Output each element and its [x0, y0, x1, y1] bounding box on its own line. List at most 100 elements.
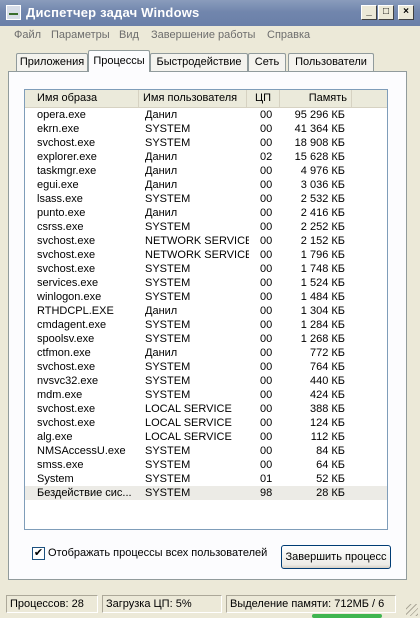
- cell-user-name: SYSTEM: [145, 221, 191, 233]
- show-all-users-label[interactable]: Отображать процессы всех пользователей: [48, 547, 267, 559]
- cell-memory: 95 296 КБ: [294, 109, 345, 121]
- col-header-memory[interactable]: Память: [280, 90, 352, 107]
- cell-user-name: Данил: [145, 109, 178, 121]
- cell-image-name: services.exe: [37, 277, 99, 289]
- cell-image-name: explorer.exe: [37, 151, 97, 163]
- cell-user-name: SYSTEM: [145, 277, 191, 289]
- taskbar-edge: [312, 614, 382, 618]
- menu-bar: Файл Параметры Вид Завершение работы Спр…: [0, 26, 420, 46]
- table-row[interactable]: punto.exe Данил 00 2 416 КБ: [25, 206, 387, 220]
- cell-user-name: Данил: [145, 179, 178, 191]
- cell-user-name: Данил: [145, 207, 178, 219]
- cell-memory: 764 КБ: [309, 361, 345, 373]
- menu-file[interactable]: Файл: [14, 29, 41, 41]
- cell-memory: 772 КБ: [309, 347, 345, 359]
- end-process-button[interactable]: Завершить процесс: [281, 545, 391, 569]
- table-row[interactable]: services.exe SYSTEM 00 1 524 КБ: [25, 276, 387, 290]
- table-row[interactable]: smss.exe SYSTEM 00 64 КБ: [25, 458, 387, 472]
- table-row[interactable]: svchost.exe LOCAL SERVICE 00 124 КБ: [25, 416, 387, 430]
- table-row[interactable]: svchost.exe NETWORK SERVICE 00 2 152 КБ: [25, 234, 387, 248]
- cell-image-name: opera.exe: [37, 109, 86, 121]
- table-row[interactable]: csrss.exe SYSTEM 00 2 252 КБ: [25, 220, 387, 234]
- cell-image-name: NMSAccessU.exe: [37, 445, 126, 457]
- cell-user-name: Данил: [145, 305, 178, 317]
- cell-memory: 4 976 КБ: [300, 165, 345, 177]
- minimize-button[interactable]: _: [361, 5, 377, 20]
- resize-grip-icon[interactable]: [406, 604, 418, 616]
- tab-network[interactable]: Сеть: [248, 53, 286, 71]
- tab-applications[interactable]: Приложения: [16, 53, 88, 71]
- cell-image-name: csrss.exe: [37, 221, 84, 233]
- close-button[interactable]: ×: [398, 5, 414, 20]
- table-row[interactable]: nvsvc32.exe SYSTEM 00 440 КБ: [25, 374, 387, 388]
- cell-user-name: SYSTEM: [145, 473, 191, 485]
- table-row[interactable]: svchost.exe SYSTEM 00 764 КБ: [25, 360, 387, 374]
- table-row[interactable]: NMSAccessU.exe SYSTEM 00 84 КБ: [25, 444, 387, 458]
- tab-users[interactable]: Пользователи: [288, 53, 374, 71]
- table-row[interactable]: ctfmon.exe Данил 00 772 КБ: [25, 346, 387, 360]
- cell-user-name: NETWORK SERVICE: [145, 249, 249, 261]
- cell-memory: 52 КБ: [316, 473, 345, 485]
- menu-shutdown[interactable]: Завершение работы: [151, 29, 255, 41]
- process-list[interactable]: Имя образа Имя пользователя ЦП Память op…: [24, 89, 388, 530]
- cell-memory: 84 КБ: [316, 445, 345, 457]
- table-row[interactable]: RTHDCPL.EXE Данил 00 1 304 КБ: [25, 304, 387, 318]
- table-row[interactable]: System SYSTEM 01 52 КБ: [25, 472, 387, 486]
- cell-user-name: SYSTEM: [145, 375, 191, 387]
- cell-user-name: SYSTEM: [145, 333, 191, 345]
- table-row[interactable]: svchost.exe NETWORK SERVICE 00 1 796 КБ: [25, 248, 387, 262]
- cell-memory: 28 КБ: [316, 487, 345, 499]
- table-row[interactable]: opera.exe Данил 00 95 296 КБ: [25, 108, 387, 122]
- window-title: Диспетчер задач Windows: [26, 5, 200, 20]
- table-row[interactable]: svchost.exe SYSTEM 00 1 748 КБ: [25, 262, 387, 276]
- table-row[interactable]: Бездействие сис... SYSTEM 98 28 КБ: [25, 486, 387, 500]
- cell-user-name: SYSTEM: [145, 361, 191, 373]
- cell-memory: 1 524 КБ: [300, 277, 345, 289]
- maximize-button[interactable]: □: [378, 5, 394, 20]
- cell-user-name: Данил: [145, 165, 178, 177]
- cell-memory: 1 796 КБ: [300, 249, 345, 261]
- cell-memory: 2 252 КБ: [300, 221, 345, 233]
- cell-image-name: winlogon.exe: [37, 291, 102, 303]
- col-header-filler: [352, 90, 387, 107]
- cell-memory: 1 484 КБ: [300, 291, 345, 303]
- col-header-user-name[interactable]: Имя пользователя: [139, 90, 247, 107]
- cell-user-name: LOCAL SERVICE: [145, 403, 232, 415]
- menu-help[interactable]: Справка: [267, 29, 310, 41]
- cell-user-name: SYSTEM: [145, 263, 191, 275]
- cell-image-name: smss.exe: [37, 459, 84, 471]
- table-row[interactable]: explorer.exe Данил 02 15 628 КБ: [25, 150, 387, 164]
- table-row[interactable]: lsass.exe SYSTEM 00 2 532 КБ: [25, 192, 387, 206]
- table-row[interactable]: svchost.exe LOCAL SERVICE 00 388 КБ: [25, 402, 387, 416]
- table-row[interactable]: cmdagent.exe SYSTEM 00 1 284 КБ: [25, 318, 387, 332]
- tab-performance[interactable]: Быстродействие: [150, 53, 248, 71]
- cell-memory: 3 036 КБ: [300, 179, 345, 191]
- cell-image-name: RTHDCPL.EXE: [37, 305, 114, 317]
- tab-strip: Приложения Процессы Быстродействие Сеть …: [0, 50, 420, 72]
- tab-processes[interactable]: Процессы: [88, 50, 150, 72]
- cell-image-name: cmdagent.exe: [37, 319, 107, 331]
- title-bar[interactable]: Диспетчер задач Windows _ □ ×: [0, 0, 420, 26]
- cell-memory: 15 628 КБ: [294, 151, 345, 163]
- cell-memory: 1 304 КБ: [300, 305, 345, 317]
- table-row[interactable]: spoolsv.exe SYSTEM 00 1 268 КБ: [25, 332, 387, 346]
- cell-image-name: egui.exe: [37, 179, 79, 191]
- table-row[interactable]: winlogon.exe SYSTEM 00 1 484 КБ: [25, 290, 387, 304]
- cell-user-name: LOCAL SERVICE: [145, 417, 232, 429]
- cell-user-name: Данил: [145, 151, 178, 163]
- table-row[interactable]: egui.exe Данил 00 3 036 КБ: [25, 178, 387, 192]
- col-header-image-name[interactable]: Имя образа: [25, 90, 139, 107]
- cell-user-name: LOCAL SERVICE: [145, 431, 232, 443]
- table-row[interactable]: ekrn.exe SYSTEM 00 41 364 КБ: [25, 122, 387, 136]
- col-header-cpu[interactable]: ЦП: [247, 90, 280, 107]
- cell-memory: 1 284 КБ: [300, 319, 345, 331]
- menu-options[interactable]: Параметры: [51, 29, 110, 41]
- table-row[interactable]: mdm.exe SYSTEM 00 424 КБ: [25, 388, 387, 402]
- cell-image-name: svchost.exe: [37, 235, 96, 247]
- table-row[interactable]: taskmgr.exe Данил 00 4 976 КБ: [25, 164, 387, 178]
- show-all-users-checkbox[interactable]: ✔: [32, 547, 45, 560]
- table-row[interactable]: svchost.exe SYSTEM 00 18 908 КБ: [25, 136, 387, 150]
- table-row[interactable]: alg.exe LOCAL SERVICE 00 112 КБ: [25, 430, 387, 444]
- menu-view[interactable]: Вид: [119, 29, 139, 41]
- cell-memory: 41 364 КБ: [294, 123, 345, 135]
